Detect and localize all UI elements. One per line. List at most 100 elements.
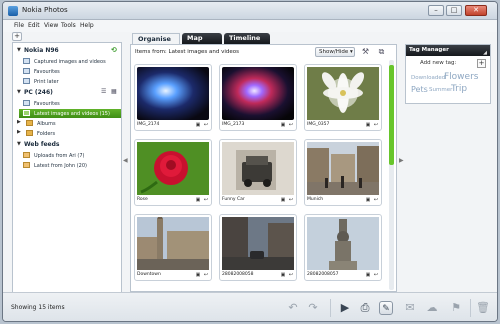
share-online-icon[interactable]: ☁ bbox=[425, 301, 439, 315]
tab-organise[interactable]: Organise bbox=[132, 33, 180, 44]
tag-downloaded[interactable]: Downloaded bbox=[411, 75, 445, 81]
minimize-button[interactable]: – bbox=[428, 5, 444, 16]
device-name: Nokia N96 bbox=[24, 47, 59, 54]
tag-flowers[interactable]: Flowers bbox=[444, 72, 478, 82]
camera-icon[interactable]: ▣ bbox=[195, 197, 201, 203]
thumbnail-caption: Funny Car bbox=[222, 197, 245, 202]
app-window: Nokia Photos – □ ✕ File Edit View Tools … bbox=[2, 1, 498, 322]
pc-section-header[interactable]: ▼ PC (246) ☰ ▦ bbox=[15, 88, 121, 98]
device-section-header[interactable]: ▼ Nokia N96 ⟲ bbox=[15, 46, 121, 56]
camera-icon[interactable]: ▣ bbox=[280, 122, 286, 128]
share-icon[interactable]: ↩ bbox=[203, 197, 209, 203]
close-button[interactable]: ✕ bbox=[465, 5, 487, 16]
share-icon[interactable]: ↩ bbox=[288, 122, 294, 128]
share-icon[interactable]: ↩ bbox=[373, 272, 379, 278]
tag-trip[interactable]: Trip bbox=[451, 84, 467, 94]
tag-pets[interactable]: Pets bbox=[411, 85, 428, 94]
sync-icon[interactable]: ⟲ bbox=[111, 46, 117, 54]
tag-summer[interactable]: Summer bbox=[429, 87, 452, 93]
delete-icon[interactable]: 🗑 bbox=[476, 301, 490, 315]
collapse-left-icon[interactable]: ◀ bbox=[123, 157, 128, 167]
thumbnail-scrollbar[interactable] bbox=[389, 60, 394, 290]
share-icon[interactable]: ↩ bbox=[288, 197, 294, 203]
camera-icon[interactable]: ▣ bbox=[365, 122, 371, 128]
menu-view[interactable]: View bbox=[44, 22, 58, 29]
thumbnail-item[interactable]: Funny Car ▣ ↩ bbox=[219, 139, 297, 206]
tab-map[interactable]: Map bbox=[182, 33, 222, 44]
camera-icon[interactable]: ▣ bbox=[195, 122, 201, 128]
tools-icon[interactable]: ⚒ bbox=[361, 48, 370, 57]
rotate-right-icon[interactable]: ↷ bbox=[306, 301, 320, 315]
camera-icon[interactable]: ▣ bbox=[280, 197, 286, 203]
maximize-button[interactable]: □ bbox=[446, 5, 462, 16]
thumbnail-item[interactable]: Rose ▣ ↩ bbox=[134, 139, 212, 206]
expand-icon[interactable]: ▶ bbox=[17, 119, 21, 125]
photo-downtown bbox=[137, 213, 209, 270]
thumbnail-item[interactable]: IMG_2174 ▣ ↩ bbox=[134, 64, 212, 131]
expand-icon[interactable]: ▶ bbox=[17, 129, 21, 135]
thumbnail-item[interactable]: IMG_2173 ▣ ↩ bbox=[219, 64, 297, 131]
share-icon[interactable]: ↩ bbox=[203, 122, 209, 128]
collapse-right-icon[interactable]: ▶ bbox=[399, 157, 404, 164]
thumbnail-item[interactable]: 28082008058 ▣ ↩ bbox=[219, 214, 297, 281]
share-icon[interactable]: ↩ bbox=[373, 197, 379, 203]
scroll-thumb[interactable] bbox=[389, 65, 394, 165]
thumbnail-caption: Rose bbox=[137, 197, 148, 202]
tree-item-uploads-ari[interactable]: Uploads from Ari (7) bbox=[19, 151, 121, 160]
tree-item-print-later[interactable]: Print later bbox=[19, 77, 121, 86]
add-tag-input[interactable]: Add new tag: bbox=[420, 60, 476, 69]
thumbnail-item[interactable]: IMG_0357 ▣ ↩ bbox=[304, 64, 382, 131]
edit-icon[interactable]: ✎ bbox=[379, 301, 393, 315]
tree-item-albums[interactable]: ▶ Albums bbox=[17, 119, 121, 128]
rose-illustration bbox=[137, 142, 209, 195]
tag-icon[interactable]: ⚑ bbox=[449, 301, 463, 315]
street-illustration bbox=[307, 142, 379, 195]
list-view-icon[interactable]: ☰ bbox=[101, 88, 106, 95]
collapse-icon: ▼ bbox=[17, 141, 21, 147]
pin-icon[interactable]: ◢ bbox=[483, 48, 487, 59]
tree-item-latest-john[interactable]: Latest from John (20) bbox=[19, 161, 121, 170]
thumbnail-size-icon[interactable]: ⧉ bbox=[377, 48, 386, 57]
tree-item-pc-favourites[interactable]: Favourites bbox=[19, 99, 121, 108]
tree-item-captured[interactable]: Captured images and videos bbox=[19, 57, 121, 66]
thumbnail-caption: Munich bbox=[307, 197, 324, 202]
tree-item-label: Print later bbox=[34, 78, 59, 85]
thumbnail-item[interactable]: Munich ▣ ↩ bbox=[304, 139, 382, 206]
feed-icon bbox=[23, 152, 30, 158]
favourites-icon bbox=[23, 68, 30, 74]
show-hide-dropdown[interactable]: Show/Hide ▾ bbox=[315, 47, 355, 57]
thumbnail-item[interactable]: 28082008057 ▣ ↩ bbox=[304, 214, 382, 281]
lily-illustration bbox=[307, 67, 379, 120]
share-icon[interactable]: ↩ bbox=[203, 272, 209, 278]
share-icon[interactable]: ↩ bbox=[373, 122, 379, 128]
thumbnail-item[interactable]: Downtown ▣ ↩ bbox=[134, 213, 212, 281]
rotate-left-icon[interactable]: ↶ bbox=[286, 301, 300, 315]
tree-item-label: Favourites bbox=[34, 100, 60, 107]
tree-item-label: Favourites bbox=[34, 68, 60, 75]
tab-timeline[interactable]: Timeline bbox=[224, 33, 270, 44]
grid-view-icon[interactable]: ▦ bbox=[111, 88, 117, 95]
tree-item-latest[interactable]: Latest images and videos (15) bbox=[19, 109, 121, 118]
share-icon[interactable]: ↩ bbox=[288, 272, 294, 278]
photo-munich bbox=[307, 142, 379, 195]
tree-item-folders[interactable]: ▶ Folders bbox=[17, 129, 121, 138]
camera-icon[interactable]: ▣ bbox=[280, 272, 286, 278]
camera-icon[interactable]: ▣ bbox=[365, 272, 371, 278]
web-section-header[interactable]: ▼ Web feeds bbox=[15, 140, 121, 150]
menu-tools[interactable]: Tools bbox=[61, 22, 76, 29]
print-icon[interactable]: ⎙ bbox=[358, 301, 372, 315]
menu-bar: File Edit View Tools Help bbox=[3, 20, 497, 32]
email-icon[interactable]: ✉ bbox=[403, 301, 417, 315]
add-source-button[interactable]: + bbox=[12, 32, 22, 41]
tree-item-label: Folders bbox=[37, 130, 56, 137]
menu-file[interactable]: File bbox=[14, 22, 24, 29]
add-tag-button[interactable]: + bbox=[477, 59, 486, 68]
menu-edit[interactable]: Edit bbox=[28, 22, 40, 29]
tree-item-device-favourites[interactable]: Favourites bbox=[19, 67, 121, 76]
thumbnail-caption: IMG_2173 bbox=[222, 122, 245, 127]
collapse-icon: ▼ bbox=[17, 47, 21, 53]
slideshow-icon[interactable]: ▶ bbox=[338, 301, 352, 315]
menu-help[interactable]: Help bbox=[80, 22, 94, 29]
camera-icon[interactable]: ▣ bbox=[365, 197, 371, 203]
camera-icon[interactable]: ▣ bbox=[195, 272, 201, 278]
